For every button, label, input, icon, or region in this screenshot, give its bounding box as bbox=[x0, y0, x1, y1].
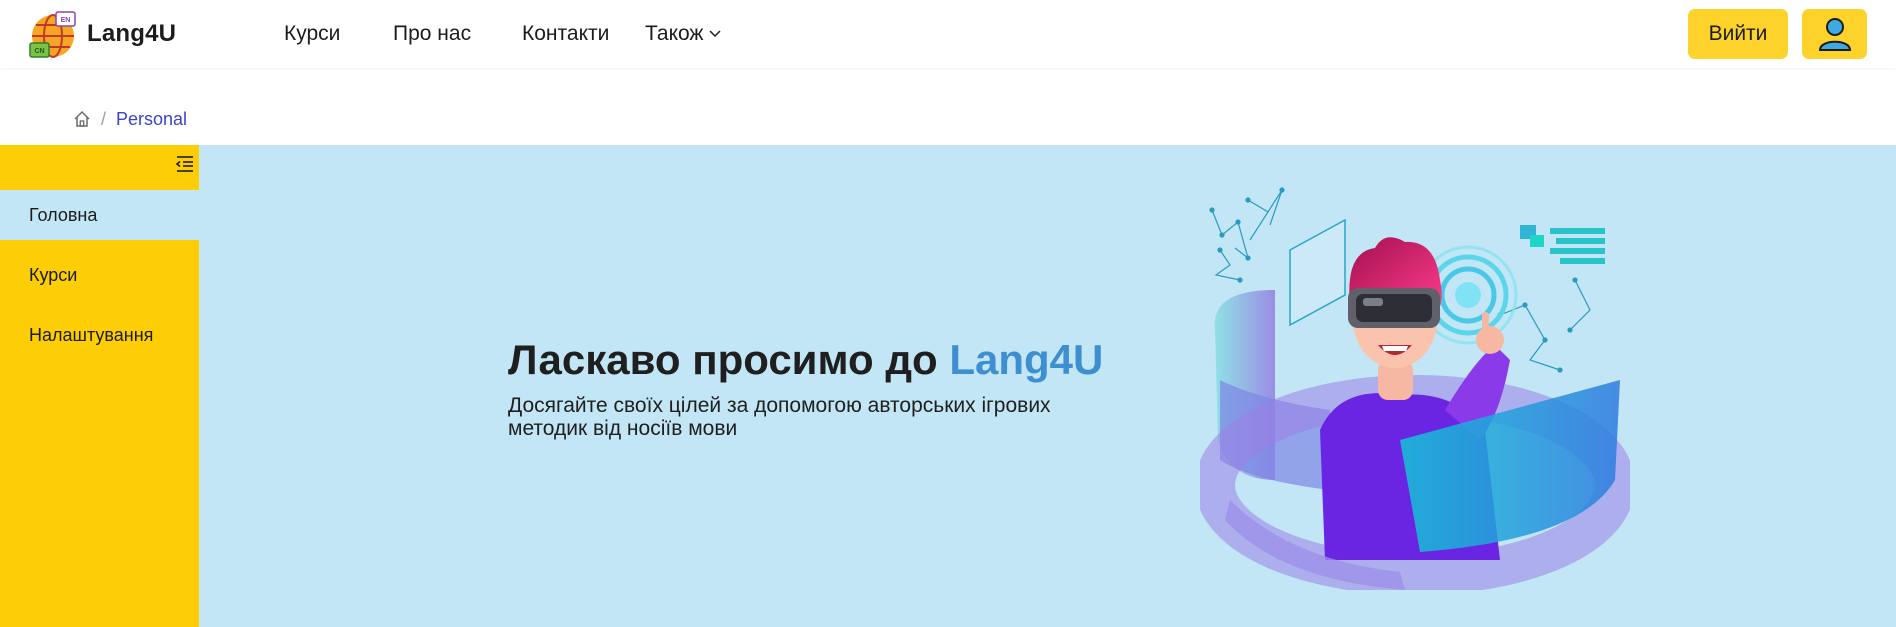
sidebar-item-label: Головна bbox=[29, 204, 98, 225]
globe-logo-icon[interactable]: EN CN bbox=[29, 9, 81, 61]
svg-text:CN: CN bbox=[34, 48, 44, 55]
svg-text:EN: EN bbox=[61, 17, 71, 24]
sidebar-item-label: Налаштування bbox=[29, 324, 154, 345]
nav-contacts[interactable]: Контакти bbox=[522, 22, 609, 46]
vr-user-illustration bbox=[1200, 187, 1630, 590]
user-icon bbox=[1818, 18, 1851, 51]
logout-button[interactable]: Вийти bbox=[1688, 9, 1788, 59]
sidebar-item-settings[interactable]: Налаштування bbox=[0, 310, 199, 360]
hero-banner bbox=[199, 145, 1896, 627]
nav-courses[interactable]: Курси bbox=[284, 22, 340, 46]
hero-title: Ласкаво просимо до Lang4U bbox=[508, 336, 1103, 384]
breadcrumb: / Personal bbox=[73, 107, 187, 131]
hero-subtitle: Досягайте своїх цілей за допомогою автор… bbox=[508, 394, 1051, 440]
hero-title-accent: Lang4U bbox=[949, 336, 1104, 383]
sidebar-collapse-icon[interactable] bbox=[175, 154, 195, 174]
nav-more-label: Також bbox=[645, 22, 704, 45]
sidebar-item-home[interactable]: Головна bbox=[0, 190, 199, 240]
sidebar-item-courses[interactable]: Курси bbox=[0, 250, 199, 300]
profile-button[interactable] bbox=[1802, 9, 1867, 59]
breadcrumb-separator: / bbox=[101, 108, 107, 129]
brand-name[interactable]: Lang4U bbox=[87, 20, 176, 48]
hero-title-prefix: Ласкаво просимо до bbox=[508, 336, 950, 383]
top-header: EN CN Lang4U Курси Про нас Контакти Тако… bbox=[0, 0, 1896, 68]
sidebar-item-label: Курси bbox=[29, 264, 78, 285]
nav-more-dropdown[interactable]: Також bbox=[645, 22, 722, 46]
home-icon[interactable] bbox=[73, 110, 91, 128]
chevron-down-icon bbox=[709, 30, 722, 38]
breadcrumb-current[interactable]: Personal bbox=[116, 109, 187, 130]
nav-about[interactable]: Про нас bbox=[393, 22, 471, 46]
